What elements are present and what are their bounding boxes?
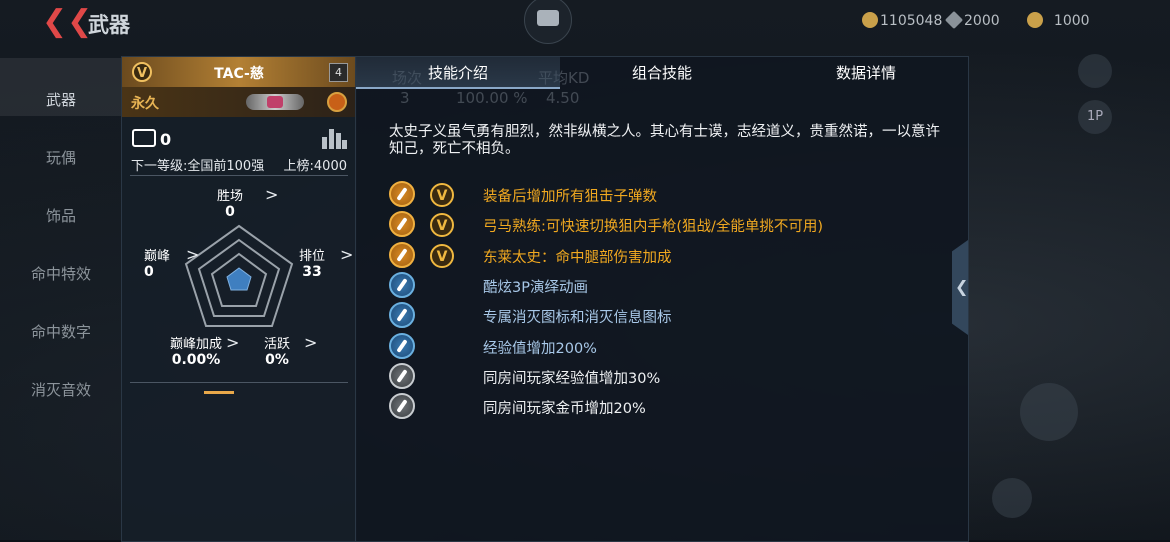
ghost-value: 100.00 % [456,89,528,107]
sidebar-item-kill-sound[interactable]: 消灭音效 [0,348,122,406]
vip-v-badge-icon: V [430,183,454,207]
divider [130,175,348,176]
sidebar-item-hit-effect[interactable]: 命中特效 [0,232,122,290]
skill-row: 同房间玩家经验值增加30% [389,363,949,389]
skill-text: 专属消灭图标和消灭信息图标 [483,310,672,326]
stat-ranked[interactable]: 排位 33 [299,245,325,280]
ghost-value: 4.50 [546,89,580,107]
weapon-description: 太史子义虽气勇有胆烈，然非纵横之人。其心有士谟，志经道义，贵重然诺，一以意许知己… [389,124,940,157]
rotate-view-button[interactable] [1078,54,1112,88]
skill-text: 装备后增加所有狙击子弹数 [483,189,657,205]
vip-v-badge-icon: V [430,213,454,237]
collapse-panel-handle[interactable]: ❮ [952,240,968,335]
gold-coin-icon [862,12,878,28]
tab-combo-skills[interactable]: 组合技能 [560,57,764,89]
weapon-level-badge: 4 [329,63,348,82]
pistol-switch-icon [389,211,415,237]
skill-row: 经验值增加200% [389,333,949,359]
top-bar: ❮❮ 武器 1105048 2000 1000 [0,0,1170,50]
skill-text: 弓马熟练:可快速切换狙内手枪(狙战/全能单挑不可用) [483,219,824,235]
chevron-right-icon[interactable]: > [265,185,278,204]
weapon-name: TAC-慈 [214,66,264,82]
skill-text: 同房间玩家经验值增加30% [483,371,661,387]
category-sidebar: 武器 玩偶 饰品 命中特效 命中数字 消灭音效 [0,58,122,406]
stat-wins[interactable]: 胜场 0 [217,185,243,220]
svg-text:V: V [437,188,448,204]
page-title: 武器 [88,13,130,37]
skill-text: 东莱太史：命中腿部伤害加成 [483,250,672,266]
kill-count: 0 [132,129,171,149]
back-arrow-icon[interactable]: ❮❮ [42,7,92,38]
token-icon [1027,12,1043,28]
room-coin-icon [389,393,415,419]
svg-text:V: V [437,218,448,234]
weapon-card-subheader: 永久 [122,87,356,117]
view-1p-button[interactable]: 1P [1078,100,1112,134]
leaderboard-icon[interactable] [322,127,347,149]
animation-icon [389,272,415,298]
token-currency: 1000 [1027,12,1090,29]
room-exp-icon [389,363,415,389]
chevron-right-icon[interactable]: > [226,333,239,352]
chat-icon [537,10,559,26]
ghost-value: 3 [400,89,410,107]
skill-text: 同房间玩家金币增加20% [483,401,646,417]
diamond-currency: 2000 [944,10,1000,30]
chat-button[interactable] [524,0,572,44]
sidebar-item-accessory[interactable]: 饰品 [0,174,122,232]
page-indicator [204,391,234,394]
listed-count-text: 上榜:4000 [283,159,347,174]
sniper-bullet-icon [389,181,415,207]
tab-data-details[interactable]: 数据详情 [764,57,968,89]
weapon-card: V TAC-慈 4 永久 0 下一等级:全国前100强 上榜:4000 胜场 0… [121,56,357,542]
skill-row: V 东莱太史：命中腿部伤害加成 [389,242,949,268]
skill-panel: 场次 平均KD 3 100.00 % 4.50 技能介绍 组合技能 数据详情 太… [355,56,969,542]
sidebar-item-doll[interactable]: 玩偶 [0,116,122,174]
medal-icon[interactable] [327,92,347,112]
elimination-icon [389,302,415,328]
sidebar-item-weapon[interactable]: 武器 [0,58,122,116]
gun-kill-icon [132,129,156,147]
skill-row: V 装备后增加所有狙击子弹数 [389,181,949,207]
duration-label: 永久 [131,96,159,112]
stats-radar-chart [184,224,294,327]
next-level-text: 下一等级:全国前100强 [131,159,265,174]
weapon-card-header: V TAC-慈 4 [122,57,356,87]
chevron-right-icon[interactable]: > [340,245,353,264]
stat-activity[interactable]: 活跃 0% [264,333,290,368]
vip-v-badge-icon: V [430,244,454,268]
tab-skill-intro[interactable]: 技能介绍 [356,57,560,89]
stat-peak-bonus[interactable]: 巅峰加成 0.00% [170,333,222,368]
exp-icon [389,333,415,359]
leg-damage-icon [389,242,415,268]
chevron-right-icon[interactable]: > [304,333,317,352]
chevron-left-icon: ❮ [955,277,969,296]
skill-row: 同房间玩家金币增加20% [389,393,949,419]
skin-tag-icon [246,94,304,110]
skill-row: 酷炫3P演绎动画 [389,272,949,298]
svg-text:V: V [437,249,448,265]
skill-text: 经验值增加200% [483,341,597,357]
chevron-right-icon[interactable]: > [186,245,199,264]
stat-peak[interactable]: 巅峰 0 [144,245,170,280]
skill-row: 专属消灭图标和消灭信息图标 [389,302,949,328]
skill-text: 酷炫3P演绎动画 [483,280,588,296]
divider [130,382,348,383]
inspect-weapon-button[interactable] [1020,383,1078,441]
tab-bar: 技能介绍 组合技能 数据详情 [356,57,968,89]
sidebar-item-hit-number[interactable]: 命中数字 [0,290,122,348]
diamond-icon [944,10,964,30]
gold-currency: 1105048 [862,12,942,29]
skill-row: V 弓马熟练:可快速切换狙内手枪(狙战/全能单挑不可用) [389,211,949,237]
swap-weapon-button[interactable] [992,478,1032,518]
